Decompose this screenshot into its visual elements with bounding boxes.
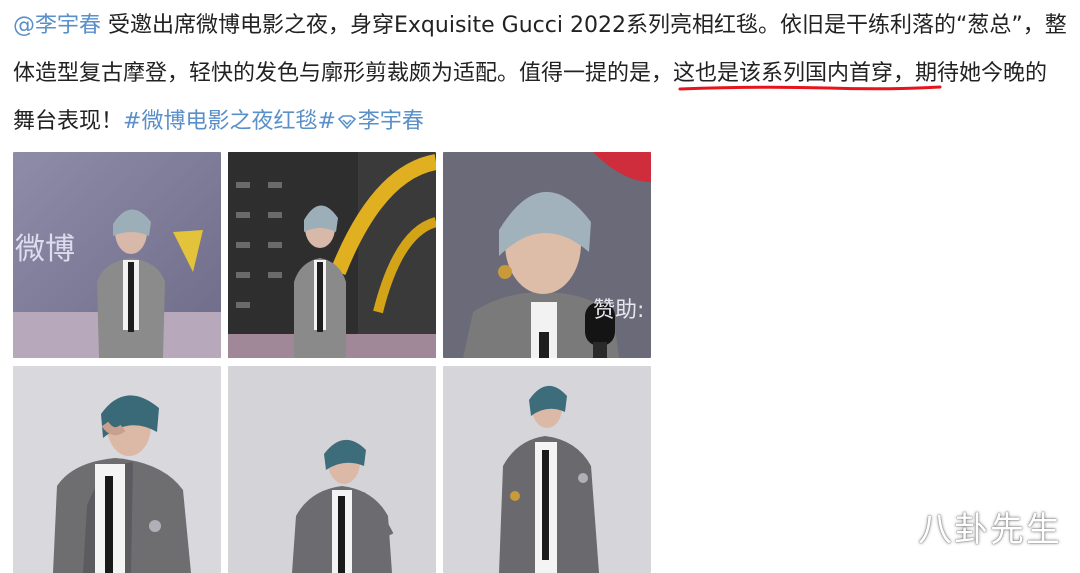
- weibo-user-icon: [337, 99, 357, 130]
- watermark: 八卦先生: [918, 510, 1062, 550]
- photo-5[interactable]: [228, 366, 436, 573]
- post-text-segment-2a: 体造型复古摩登，轻快的发色与廓形剪裁颇为适配。值得一提的是: [13, 61, 652, 86]
- photo-4[interactable]: [13, 366, 221, 573]
- photo-1[interactable]: 微博: [13, 152, 221, 358]
- topic-hashtag[interactable]: #微博电影之夜红毯#: [123, 109, 336, 134]
- post-body: @李宇春 受邀出席微博电影之夜，身穿Exquisite Gucci 2022系列…: [13, 2, 1079, 146]
- user-tag-link[interactable]: 李宇春: [336, 109, 424, 134]
- post-text-segment-1: 受邀出席微博电影之夜，身穿Exquisite Gucci 2022系列亮相红毯。…: [101, 13, 1067, 38]
- photo-3[interactable]: 赞助:: [443, 152, 651, 358]
- mention-link[interactable]: @李宇春: [13, 13, 101, 38]
- post-line-1: @李宇春 受邀出席微博电影之夜，身穿Exquisite Gucci 2022系列…: [13, 2, 1079, 50]
- post-line-3: 舞台表现！#微博电影之夜红毯# 李宇春: [13, 98, 1079, 146]
- photo-overlay-text: 微博: [15, 232, 75, 267]
- red-underline-annotation: [678, 85, 942, 91]
- photo-6[interactable]: [443, 366, 651, 573]
- photo-overlay-text: 赞助:: [593, 298, 645, 323]
- photo-grid: 微博 赞助:: [13, 152, 653, 573]
- user-tag-label: 李宇春: [357, 109, 424, 134]
- post-text-segment-3: 舞台表现！: [13, 109, 124, 134]
- photo-2[interactable]: [228, 152, 436, 358]
